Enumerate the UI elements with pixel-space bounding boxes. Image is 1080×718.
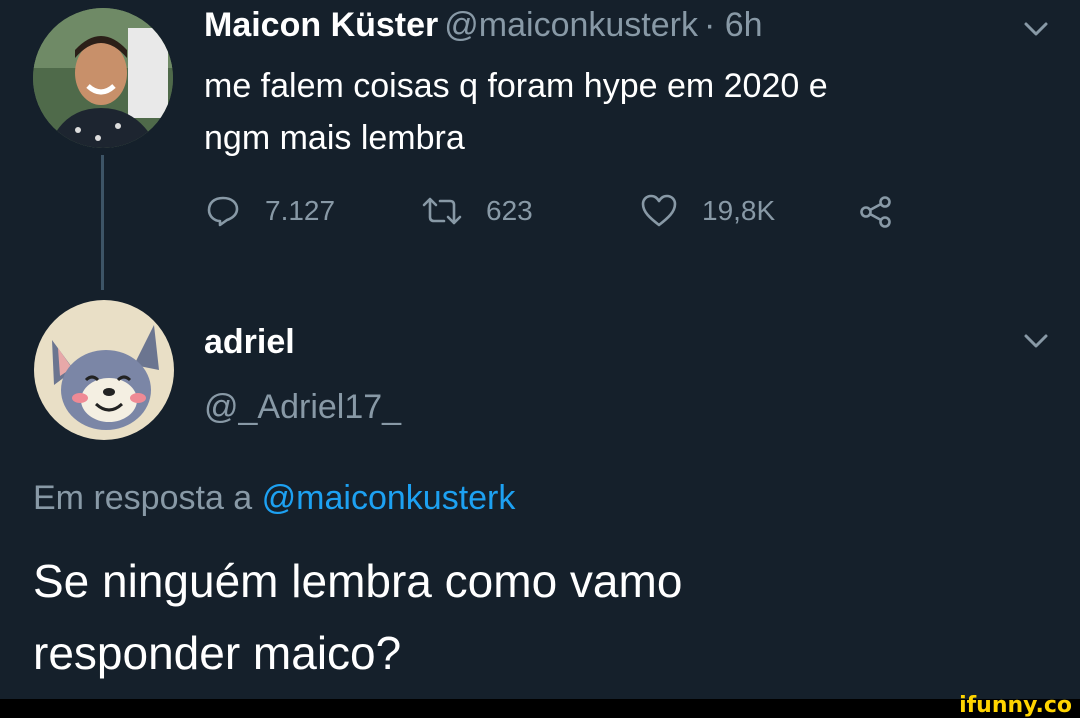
watermark-bar: ifunny.co [0, 693, 1080, 718]
in-reply-to-label: Em resposta a [33, 479, 253, 517]
tweet-time[interactable]: · 6h [704, 6, 763, 44]
reply-text-line: Se ninguém lembra como vamo [33, 555, 683, 607]
in-reply-to: Em resposta a @maiconkusterk [33, 479, 515, 518]
watermark: ifunny.co [959, 693, 1072, 718]
reply-icon [207, 196, 239, 227]
like-count: 19,8K [702, 195, 776, 226]
heart-icon [641, 194, 677, 227]
in-reply-to-handle-link[interactable]: @maiconkusterk [262, 479, 516, 517]
reply-text-line: responder maico? [33, 627, 402, 679]
avatar-photo-icon [33, 8, 173, 148]
retweet-button[interactable]: 623 [422, 193, 533, 229]
reply-button[interactable]: 7.127 [205, 193, 335, 229]
tweet-header: Maicon Küster @maiconkusterk · 6h [204, 6, 763, 45]
chevron-down-icon[interactable] [1023, 16, 1049, 42]
like-button[interactable]: 19,8K [640, 193, 775, 229]
thread-connector [101, 155, 104, 290]
tweet-text-line: me falem coisas q foram hype em 2020 e [204, 67, 828, 105]
reply-author-handle[interactable]: @_Adriel17_ [204, 388, 401, 427]
cartoon-cat-avatar-icon [34, 300, 174, 440]
retweet-icon [422, 197, 462, 225]
tweet-text-line: ngm mais lembra [204, 119, 465, 157]
avatar[interactable] [33, 8, 173, 148]
retweet-count: 623 [486, 195, 533, 226]
reply-author-name[interactable]: adriel [204, 323, 295, 362]
reply-text: Se ninguém lembra como vamo responder ma… [33, 545, 682, 689]
chevron-down-icon[interactable] [1023, 328, 1049, 354]
author-handle[interactable]: @maiconkusterk [444, 6, 698, 44]
share-icon[interactable] [858, 194, 894, 230]
author-name[interactable]: Maicon Küster [204, 6, 438, 44]
reply-count: 7.127 [265, 195, 336, 226]
tweet-text: me falem coisas q foram hype em 2020 e n… [204, 60, 828, 164]
avatar[interactable] [34, 300, 174, 440]
